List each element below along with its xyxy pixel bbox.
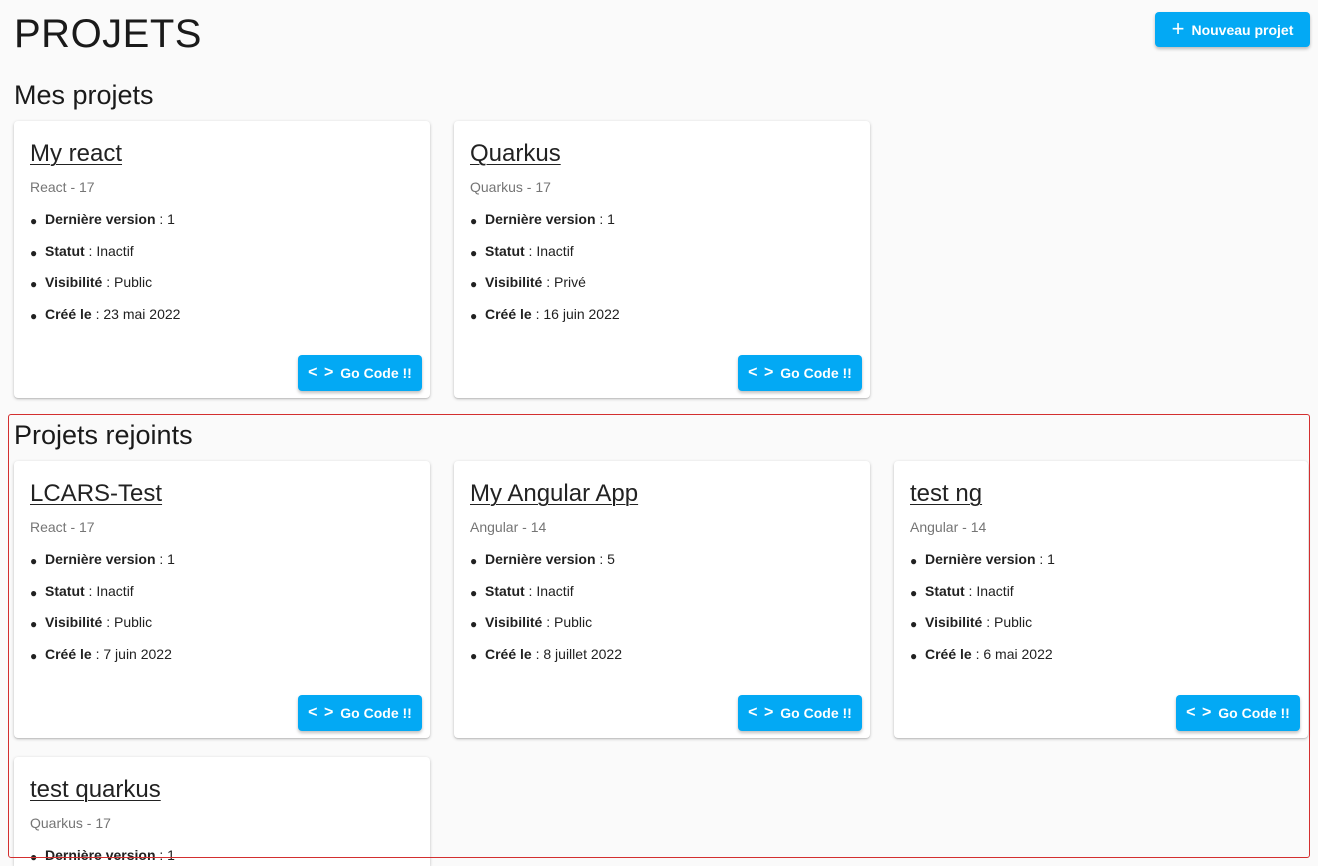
detail-visibility: ● Visibilité : Privé <box>470 274 586 291</box>
detail-last-version: ● Dernière version : 1 <box>910 551 1055 568</box>
project-framework: Quarkus - 17 <box>30 815 111 831</box>
joined-projects-heading: Projets rejoints <box>14 420 193 450</box>
project-card: LCARS-Test React - 17 ● Dernière version … <box>14 461 430 738</box>
plus-icon: + <box>1171 15 1185 41</box>
project-title-link[interactable]: test ng <box>910 480 982 508</box>
detail-status: ● Statut : Inactif <box>470 582 574 600</box>
detail-visibility: ● Visibilité : Public <box>910 614 1033 631</box>
project-framework: React - 17 <box>30 179 95 195</box>
detail-visibility: ● Visibilité : Public <box>30 614 153 631</box>
page-title: PROJETS <box>14 12 202 56</box>
project-framework: Angular - 14 <box>470 519 547 535</box>
go-code-button[interactable]: < > Go Code !! <box>298 355 422 391</box>
new-project-button[interactable]: + Nouveau projet <box>1155 12 1310 47</box>
project-details-list: ● Dernière version : 1 ● Statut : Inactif … <box>30 551 175 677</box>
detail-last-version: ● Dernière version : 5 <box>470 551 615 568</box>
detail-status: ● Statut : Inactif <box>30 242 134 260</box>
project-title-link[interactable]: test quarkus <box>30 776 161 804</box>
go-code-button[interactable]: < > Go Code !! <box>1176 695 1300 731</box>
new-project-label: Nouveau projet <box>1191 21 1294 38</box>
project-title-link[interactable]: My Angular App <box>470 480 638 508</box>
detail-created: ● Créé le : 8 juillet 2022 <box>470 645 622 663</box>
go-code-button[interactable]: < > Go Code !! <box>298 695 422 731</box>
code-icon: < > <box>748 704 775 721</box>
detail-created: ● Créé le : 6 mai 2022 <box>910 645 1053 663</box>
detail-created: ● Créé le : 7 juin 2022 <box>30 645 172 663</box>
code-icon: < > <box>308 704 335 721</box>
detail-visibility: ● Visibilité : Public <box>30 274 153 291</box>
detail-visibility: ● Visibilité : Public <box>470 614 593 631</box>
project-framework: React - 17 <box>30 519 95 535</box>
code-icon: < > <box>748 364 775 381</box>
code-icon: < > <box>308 364 335 381</box>
project-details-list: ● Dernière version : 5 ● Statut : Inactif … <box>470 551 622 677</box>
detail-last-version: ● Dernière version : 1 <box>30 847 175 864</box>
go-code-button[interactable]: < > Go Code !! <box>738 695 862 731</box>
detail-status: ● Statut : Inactif <box>470 242 574 260</box>
detail-last-version: ● Dernière version : 1 <box>470 211 615 228</box>
project-framework: Quarkus - 17 <box>470 179 551 195</box>
project-title-link[interactable]: Quarkus <box>470 140 561 168</box>
project-framework: Angular - 14 <box>910 519 987 535</box>
project-card: My react React - 17 ● Dernière version : … <box>14 121 430 398</box>
project-card: test quarkus Quarkus - 17 ● Dernière vers… <box>14 757 430 866</box>
detail-created: ● Créé le : 16 juin 2022 <box>470 305 620 323</box>
project-details-list: ● Dernière version : 1 <box>30 847 175 866</box>
project-title-link[interactable]: LCARS-Test <box>30 480 162 508</box>
project-details-list: ● Dernière version : 1 ● Statut : Inactif … <box>470 211 620 337</box>
project-details-list: ● Dernière version : 1 ● Statut : Inactif … <box>30 211 180 337</box>
detail-status: ● Statut : Inactif <box>30 582 134 600</box>
detail-last-version: ● Dernière version : 1 <box>30 211 175 228</box>
detail-created: ● Créé le : 23 mai 2022 <box>30 305 181 323</box>
code-icon: < > <box>1186 704 1213 721</box>
detail-last-version: ● Dernière version : 1 <box>30 551 175 568</box>
my-projects-heading: Mes projets <box>14 80 154 110</box>
detail-status: ● Statut : Inactif <box>910 582 1014 600</box>
project-card: My Angular App Angular - 14 ● Dernière ve… <box>454 461 870 738</box>
project-details-list: ● Dernière version : 1 ● Statut : Inactif … <box>910 551 1055 677</box>
project-title-link[interactable]: My react <box>30 140 122 168</box>
go-code-button[interactable]: < > Go Code !! <box>738 355 862 391</box>
project-card: Quarkus Quarkus - 17 ● Dernière version :… <box>454 121 870 398</box>
project-card: test ng Angular - 14 ● Dernière version :… <box>894 461 1308 738</box>
